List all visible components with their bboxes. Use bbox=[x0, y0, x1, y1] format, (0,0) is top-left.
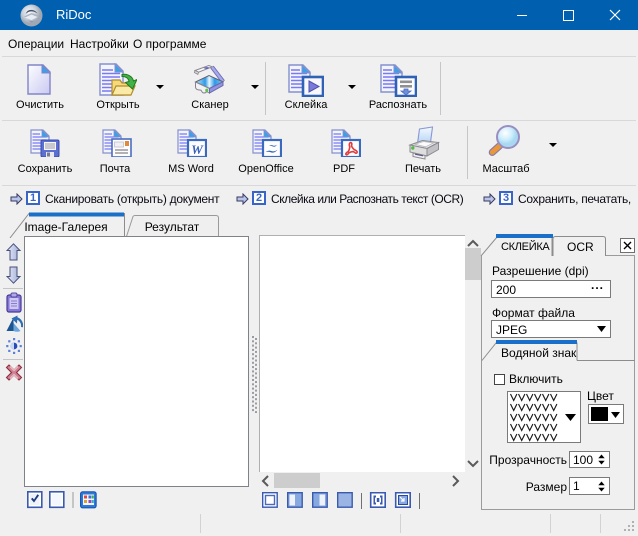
svg-text:Image-Галерея: Image-Галерея bbox=[24, 220, 107, 234]
svg-text:W: W bbox=[191, 142, 204, 157]
svg-text:Результат: Результат bbox=[145, 220, 200, 234]
